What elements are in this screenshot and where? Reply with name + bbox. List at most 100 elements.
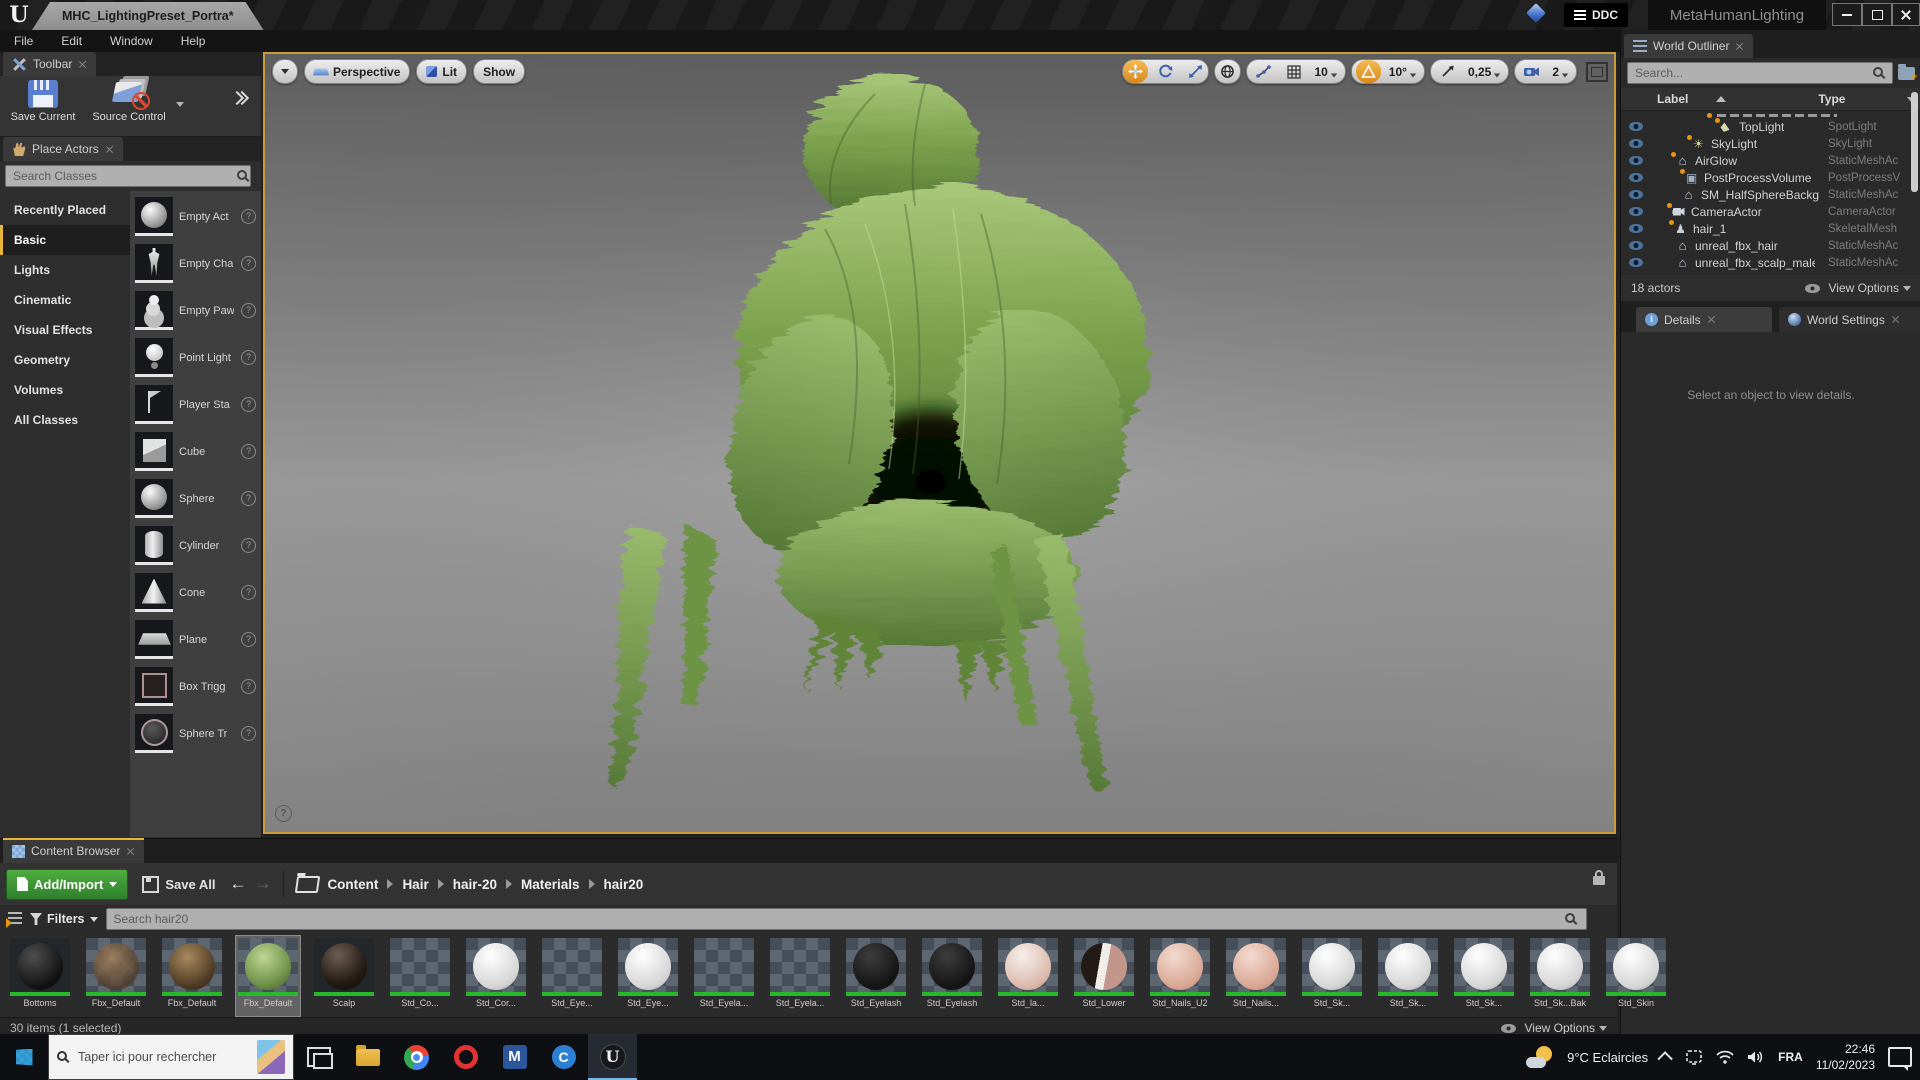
asset-tile[interactable]: Std_Skin (1604, 936, 1668, 1016)
help-question-icon[interactable] (241, 303, 256, 318)
placeable-actor-row[interactable]: Point Light (130, 334, 261, 381)
close-button[interactable] (1892, 3, 1920, 26)
asset-tile[interactable]: Std_Eyelash (920, 936, 984, 1016)
taskbar-search[interactable] (48, 1034, 294, 1080)
help-question-icon[interactable] (241, 632, 256, 647)
close-icon[interactable] (1891, 315, 1900, 324)
content-browser-tab[interactable]: Content Browser (3, 838, 145, 863)
save-all-button[interactable]: Save All (136, 875, 221, 893)
help-question-icon[interactable] (241, 209, 256, 224)
wifi-icon[interactable] (1716, 1050, 1734, 1064)
tablet-icon[interactable] (1685, 1049, 1703, 1065)
label-column-header[interactable]: Label (1657, 92, 1688, 106)
help-question-icon[interactable] (241, 256, 256, 271)
m-app-button[interactable]: M (490, 1034, 539, 1080)
toolbar-tab[interactable]: Toolbar (3, 52, 97, 76)
asset-tile[interactable]: Fbx_Default (160, 936, 224, 1016)
breadcrumb-item[interactable]: Hair (387, 877, 429, 892)
hidden-icons-chevron[interactable] (1657, 1050, 1674, 1067)
visibility-eye-icon[interactable] (1629, 258, 1643, 267)
outliner-search-input[interactable] (1627, 62, 1893, 84)
menu-item[interactable]: File (0, 30, 47, 52)
close-icon[interactable] (1735, 42, 1744, 51)
help-question-icon[interactable] (241, 679, 256, 694)
help-question-icon[interactable] (241, 726, 256, 741)
help-question-icon[interactable] (241, 538, 256, 553)
sources-panel-icon[interactable] (6, 912, 22, 928)
scale-tool-button[interactable] (1183, 60, 1208, 83)
asset-tile[interactable]: Std_la... (996, 936, 1060, 1016)
close-icon[interactable] (126, 847, 135, 856)
clipped-outliner-row[interactable] (1621, 111, 1920, 118)
asset-tile[interactable]: Fbx_Default (235, 935, 301, 1017)
outliner-actor-row[interactable]: unreal_fbx_scalp_male StaticMeshAc (1621, 254, 1920, 271)
file-explorer-button[interactable] (343, 1034, 392, 1080)
chrome-button[interactable] (392, 1034, 441, 1080)
outliner-actor-row[interactable]: SkyLight SkyLight (1621, 134, 1920, 152)
help-question-icon[interactable] (241, 585, 256, 600)
scale-snap-button[interactable] (1435, 60, 1460, 83)
help-question-icon[interactable] (241, 491, 256, 506)
scale-snap-value[interactable]: 0,25 (1465, 65, 1504, 79)
category-item[interactable]: All Classes (0, 405, 130, 435)
asset-tile[interactable]: Std_Sk...Bak (1528, 936, 1592, 1016)
surface-snap-button[interactable] (1251, 60, 1276, 83)
asset-tile[interactable]: Std_Sk... (1300, 936, 1364, 1016)
move-t ool-button[interactable] (1123, 60, 1149, 83)
help-question-icon[interactable] (241, 397, 256, 412)
3d-viewport[interactable]: Perspective Lit Show 10 10° 0,25 2 ? (263, 52, 1616, 834)
unreal-engine-button[interactable]: U (588, 1034, 637, 1080)
source-control-caret-icon[interactable] (176, 102, 184, 107)
asset-tile[interactable]: Bottoms (8, 936, 72, 1016)
placeable-actor-row[interactable]: Sphere (130, 475, 261, 522)
navigate-back-button[interactable]: ← (229, 874, 246, 894)
new-folder-icon[interactable] (1898, 63, 1917, 83)
weather-icon[interactable] (1526, 1046, 1554, 1068)
placeable-actor-row[interactable]: Box Trigg (130, 663, 261, 710)
placeable-actor-row[interactable]: Player Sta (130, 381, 261, 428)
asset-tile[interactable]: Std_Eye... (540, 936, 604, 1016)
asset-tile[interactable]: Std_Eyela... (768, 936, 832, 1016)
navigate-forward-button[interactable]: → (254, 874, 271, 894)
show-button[interactable]: Show (473, 59, 526, 84)
filters-button[interactable]: Filters (30, 912, 98, 926)
cb-view-options-button[interactable]: View Options (1500, 1021, 1607, 1035)
details-tab[interactable]: Details (1636, 307, 1772, 332)
outliner-view-options-button[interactable]: View Options (1804, 281, 1911, 295)
outliner-actor-row[interactable]: unreal_fbx_hair StaticMeshAc (1621, 237, 1920, 254)
placeable-actor-row[interactable]: Empty Act (130, 193, 261, 240)
category-item[interactable]: Volumes (0, 375, 130, 405)
menu-item[interactable]: Help (167, 30, 220, 52)
category-item[interactable]: Geometry (0, 345, 130, 375)
maximize-viewport-button[interactable] (1586, 61, 1608, 82)
language-indicator[interactable]: FRA (1778, 1050, 1803, 1064)
visibility-eye-icon[interactable] (1629, 207, 1643, 216)
grid-snap-button[interactable] (1281, 60, 1306, 83)
outliner-actor-row[interactable]: CameraActor CameraActor (1621, 202, 1920, 220)
viewport-options-button[interactable] (272, 59, 298, 84)
help-question-icon[interactable] (241, 350, 256, 365)
asset-search-input[interactable] (105, 908, 1587, 930)
viewport-help-icon[interactable] (275, 805, 292, 822)
search-classes-input[interactable] (5, 165, 251, 187)
placeable-actor-row[interactable]: Cone (130, 569, 261, 616)
category-item[interactable]: Cinematic (0, 285, 130, 315)
lit-mode-button[interactable]: Lit (416, 59, 468, 84)
asset-tile[interactable]: Fbx_Default (84, 936, 148, 1016)
camera-speed-button[interactable] (1519, 60, 1544, 83)
place-actors-tab[interactable]: Place Actors (3, 137, 123, 161)
notification-center-icon[interactable] (1888, 1047, 1912, 1071)
document-tab[interactable]: MHC_LightingPreset_Portra* (32, 2, 264, 30)
close-icon[interactable] (105, 145, 114, 154)
outliner-actor-row[interactable]: TopLight SpotLight (1621, 117, 1920, 135)
visibility-eye-icon[interactable] (1629, 139, 1643, 148)
camera-speed-value[interactable]: 2 (1549, 65, 1572, 79)
outliner-actor-row[interactable]: hair_1 SkeletalMesh (1621, 219, 1920, 237)
rotate-tool-button[interactable] (1153, 60, 1178, 83)
placeable-actor-row[interactable]: Plane (130, 616, 261, 663)
visibility-eye-icon[interactable] (1629, 173, 1643, 182)
angle-snap-button[interactable] (1355, 60, 1381, 83)
grid-snap-value[interactable]: 10 (1311, 65, 1340, 79)
world-settings-tab[interactable]: World Settings (1779, 307, 1920, 332)
asset-tile[interactable]: Std_Co... (388, 936, 452, 1016)
